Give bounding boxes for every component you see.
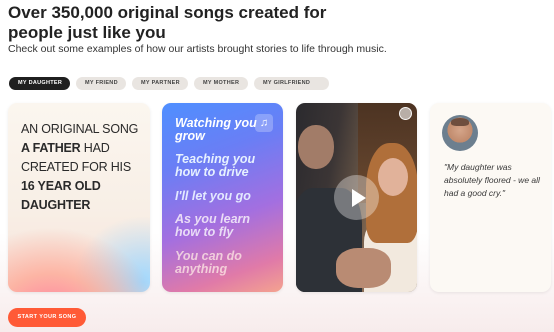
video-daughter-face <box>378 158 408 196</box>
relationship-tabs: MY DAUGHTER MY FRIEND MY PARTNER MY MOTH… <box>9 77 329 90</box>
tab-my-friend[interactable]: MY FRIEND <box>76 77 126 90</box>
story-intro-text: AN ORIGINAL SONG A FATHER HAD CREATED FO… <box>21 120 146 215</box>
video-hands <box>336 248 391 288</box>
lyric-line-2: Teaching you how to drive <box>175 152 256 179</box>
tab-my-mother[interactable]: MY MOTHER <box>194 77 248 90</box>
play-button[interactable] <box>334 175 379 220</box>
intro-line-5-bold: DAUGHTER <box>21 198 91 212</box>
tab-my-girlfriend[interactable]: MY GIRLFRIEND <box>254 77 329 90</box>
story-intro-card: AN ORIGINAL SONG A FATHER HAD CREATED FO… <box>8 103 150 292</box>
testimonial-card: "My daughter was absolutely floored - we… <box>430 103 551 292</box>
intro-line-5: DAUGHTER <box>21 196 146 215</box>
intro-line-3: CREATED FOR HIS <box>21 160 131 174</box>
intro-line-2-rest: HAD <box>80 141 110 155</box>
lyrics-card[interactable]: ♫ Watching you grow Teaching you how to … <box>162 103 283 292</box>
video-card[interactable] <box>296 103 417 292</box>
start-your-song-button[interactable]: START YOUR SONG <box>8 308 86 327</box>
intro-line-4-bold: 16 YEAR OLD <box>21 179 101 193</box>
tab-my-partner[interactable]: MY PARTNER <box>132 77 188 90</box>
page-subheadline: Check out some examples of how our artis… <box>8 43 387 55</box>
lyric-line-5: You can do anything <box>175 249 242 276</box>
intro-line-4: 16 YEAR OLD <box>21 177 146 196</box>
intro-line-2: A FATHER HAD <box>21 139 146 158</box>
tab-my-daughter[interactable]: MY DAUGHTER <box>9 77 70 90</box>
play-icon <box>351 188 366 207</box>
video-father-head <box>298 125 334 169</box>
page-headline: Over 350,000 original songs created for … <box>8 3 327 42</box>
lyric-line-1: Watching you grow <box>175 116 257 143</box>
avatar <box>442 115 478 151</box>
lyric-line-4: As you learn how to fly <box>175 212 251 239</box>
intro-line-1: AN ORIGINAL SONG <box>21 122 139 136</box>
testimonial-quote: "My daughter was absolutely floored - we… <box>444 162 540 198</box>
intro-line-2-bold: A FATHER <box>21 141 81 155</box>
video-badge-icon <box>399 107 412 120</box>
lyric-line-3: I'll let you go <box>175 189 251 203</box>
